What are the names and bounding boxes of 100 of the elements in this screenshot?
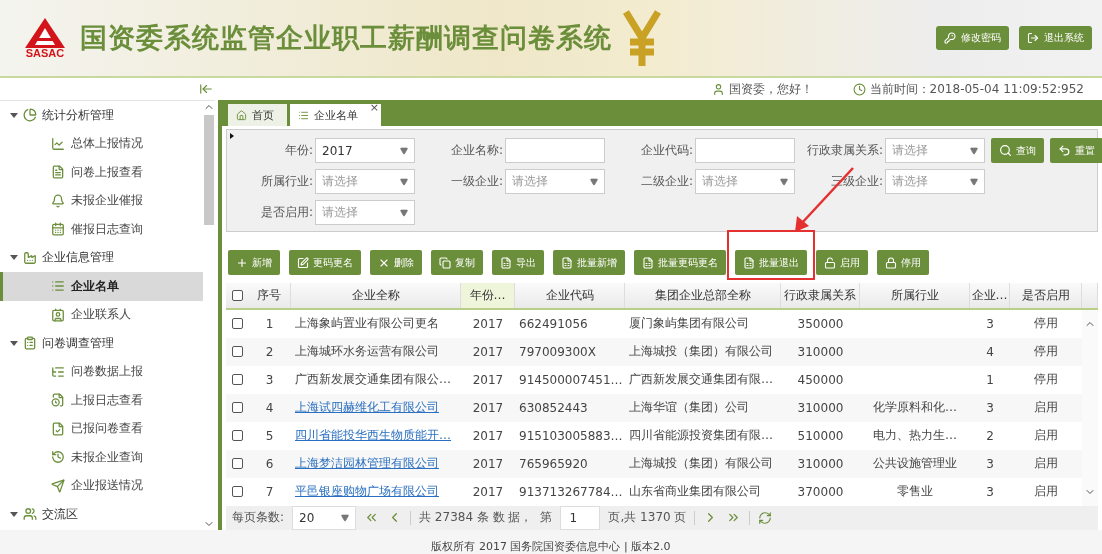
table-cell-text: 厦门象屿集团有限公司 [628,315,750,333]
table-cell-text: 3 [985,315,995,333]
sidebar-item[interactable]: 问卷上报查看 [0,158,203,187]
sidebar-item[interactable]: 未报企业查询 [0,443,203,472]
column-header[interactable]: 所属行业 [860,282,970,308]
table-cell-text: 915103005883… [518,427,624,445]
sidebar-group[interactable]: 交流区 [0,500,203,529]
filter-label: 所属行业: [259,173,313,191]
toolbar-button[interactable]: 导出 [492,250,544,276]
sidebar-group[interactable]: 企业信息管理 [0,243,203,272]
table-cell-text: 公共设施管理业 [872,455,958,473]
list-icon [51,279,65,294]
filter-button[interactable]: 查询 [991,138,1044,164]
sidebar-group[interactable]: 统计分析管理 [0,101,203,130]
page-size-select[interactable]: 20 [292,505,357,530]
sidebar-item[interactable]: 未报企业催报 [0,186,203,215]
table-cell-text: 2017 [471,455,505,473]
table-cell-text: 3 [985,455,995,473]
filter-label: 是否启用: [259,204,313,222]
dropdown-caret-icon [970,177,978,186]
table-cell-text: 上海象屿置业有限公司更名 [294,315,440,333]
column-header[interactable]: 行政隶属关系 [781,282,860,308]
company-link[interactable]: 四川省能投华西生物质能开… [291,421,461,450]
collapse-sidebar-icon[interactable] [199,82,213,96]
column-header[interactable]: 企业… [970,282,1010,308]
table-cell-text: 510000 [796,427,845,445]
tab-close[interactable]: × [369,101,379,115]
toolbar-button[interactable]: 批量更码更名 [634,250,726,276]
tab[interactable]: 企业名单 × [290,104,381,127]
toolbar-button[interactable]: 更码更名 [289,250,361,276]
row-checkbox[interactable] [231,430,243,442]
column-header[interactable]: 是否启用 [1010,282,1082,308]
column-header[interactable]: 序号 [248,282,291,308]
row-checkbox[interactable] [231,458,243,470]
header-button[interactable]: 修改密码 [936,26,1009,50]
table-cell-text: 662491056 [518,315,589,333]
toolbar-button[interactable]: 启用 [816,250,868,276]
pie-chart-icon [23,108,37,123]
document-icon [51,165,65,180]
table-cell-text: 启用 [1033,399,1059,417]
sidebar-group[interactable]: 问卷调查管理 [0,329,203,358]
tab[interactable]: 首页 [228,104,287,127]
key-icon [944,32,956,44]
row-checkbox[interactable] [231,318,243,330]
sidebar-item[interactable]: 催报日志查询 [0,215,203,244]
dropdown-caret-icon [400,208,408,217]
table-cell-text: 630852443 [518,399,589,417]
row-checkbox[interactable] [231,486,243,498]
select-field[interactable]: 2017 [315,138,415,164]
toolbar-button[interactable]: 删除 [370,250,422,276]
row-checkbox[interactable] [231,346,243,358]
scrollbar-thumb[interactable] [204,115,214,225]
select-all-checkbox[interactable] [231,289,243,301]
table-cell-text: 停用 [1033,343,1059,361]
page-label: 第 [540,509,553,527]
sidebar-item[interactable]: 上报日志查看 [0,386,203,415]
company-link[interactable]: 上海试四赫维化工有限公司 [291,393,461,422]
table-cell-text: 四川省能源投资集团有限… [628,427,774,445]
company-link[interactable]: 平邑银座购物广场有限公司 [291,477,461,506]
sidebar-item[interactable]: 已报问卷查看 [0,414,203,443]
table-cell-text: 310000 [796,399,845,417]
list-tree-icon [51,364,65,379]
header-button[interactable]: 退出系统 [1019,26,1092,50]
filter-button[interactable]: 重置 [1050,138,1102,164]
greeting-text: 国资委，您好！ [728,80,813,98]
copyright-text: 版权所有 2017 国务院国资委信息中心 | 版本2.0 [431,539,671,554]
sidebar-item[interactable]: 总体上报情况 [0,129,203,158]
toolbar-button[interactable]: 批量退出 [735,250,807,276]
toolbar-button[interactable]: 停用 [877,250,929,276]
refresh-icon[interactable] [758,510,773,525]
annotation-arrow [795,167,854,233]
table-cell-text: 310000 [796,455,845,473]
table-cell-text: 1 [985,371,995,389]
column-header[interactable]: 年份… [461,282,515,308]
sidebar-item[interactable]: 企业报送情况 [0,471,203,500]
table-cell-text: 797009300X [518,343,597,361]
filter-label: 行政隶属关系: [805,142,883,160]
toolbar-button[interactable]: 批量新增 [553,250,625,276]
spreadsheet-icon [500,256,512,269]
toolbar-button[interactable]: 复制 [431,250,483,276]
row-checkbox[interactable] [231,374,243,386]
table-cell-text: 启用 [1033,483,1059,501]
page-input[interactable]: 1 [560,505,601,530]
table-cell-text: 2017 [471,399,505,417]
table-cell-text: 7 [264,483,275,501]
table-cell-text: 零售业 [896,483,934,501]
collapse-marker-icon[interactable] [230,133,234,140]
column-header[interactable]: 企业代码 [515,282,625,308]
sidebar-item[interactable]: 企业联系人 [0,300,203,329]
lock-icon [885,256,897,269]
table-cell-text: 2017 [471,315,505,333]
row-checkbox[interactable] [231,402,243,414]
input-field[interactable] [505,138,605,164]
input-field[interactable] [695,138,795,164]
table-cell-text: 上海华谊（集团）公司 [628,399,750,417]
company-link[interactable]: 上海梦洁园林管理有限公司 [291,449,461,478]
sidebar-item[interactable]: 企业名单 [0,272,203,301]
sidebar-item[interactable]: 问卷数据上报 [0,357,203,386]
toolbar-button[interactable]: 新增 [228,250,280,276]
column-header[interactable]: 集团企业总部全称 [625,282,781,308]
